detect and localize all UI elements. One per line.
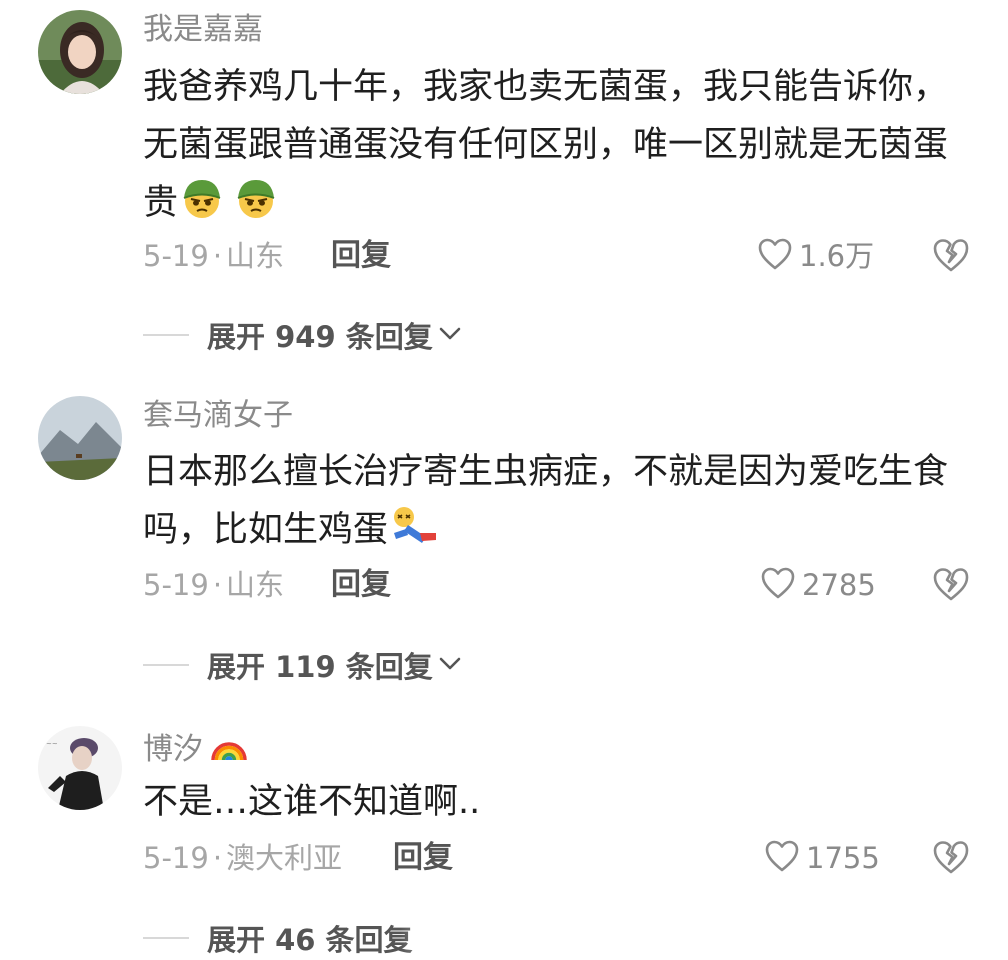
comment-location: 山东 — [226, 239, 285, 273]
meta-separator: · — [212, 841, 223, 875]
comment-date: 5-19 — [143, 841, 209, 875]
comment-location: 山东 — [226, 568, 285, 602]
comment-text: 日本那么擅长治疗寄生虫病症，不就是因为爱吃生食吗，比如生鸡蛋 — [143, 443, 973, 565]
reply-button[interactable]: 回复 — [331, 236, 391, 276]
expand-replies-button[interactable]: 展开 949 条回复 — [143, 315, 461, 355]
divider-line — [143, 937, 189, 939]
broken-heart-icon — [933, 841, 969, 874]
reply-button[interactable]: 回复 — [393, 838, 453, 878]
comment-text: 我爸养鸡几十年，我家也卖无菌蛋，我只能告诉你，无菌蛋跟普通蛋没有任何区别，唯一区… — [143, 58, 973, 238]
broken-heart-icon — [933, 568, 969, 601]
rainbow-emoji — [209, 728, 249, 773]
expand-replies-button[interactable]: 展开 46 条回复 — [143, 918, 413, 958]
username[interactable]: 博汐 — [143, 728, 249, 773]
heart-icon — [764, 839, 800, 877]
chevron-down-icon — [439, 656, 461, 675]
dislike-button[interactable] — [932, 838, 972, 878]
comment-location: 澳大利亚 — [226, 841, 343, 875]
broken-heart-icon — [933, 239, 969, 272]
expand-replies-label: 展开 949 条回复 — [207, 320, 433, 354]
comment-date: 5-19 — [143, 568, 209, 602]
reply-button[interactable]: 回复 — [331, 565, 391, 605]
fainted-person-emoji — [390, 503, 440, 565]
avatar[interactable] — [38, 396, 122, 480]
avatar[interactable]: ~~ — [38, 726, 122, 810]
like-button[interactable]: 1755 — [764, 838, 880, 878]
soldier-face-emoji — [180, 176, 224, 238]
avatar[interactable] — [38, 10, 122, 94]
like-count: 1.6万 — [799, 239, 875, 273]
expand-replies-button[interactable]: 展开 119 条回复 — [143, 645, 461, 685]
expand-replies-label: 展开 46 条回复 — [207, 923, 413, 957]
username-text: 博汐 — [143, 732, 203, 767]
comment-text-content: 日本那么擅长治疗寄生虫病症，不就是因为爱吃生食吗，比如生鸡蛋 — [143, 452, 949, 550]
soldier-face-emoji — [234, 176, 278, 238]
svg-text:~~: ~~ — [46, 740, 58, 748]
like-count: 1755 — [806, 841, 880, 875]
like-count: 2785 — [802, 568, 876, 602]
heart-icon — [760, 566, 796, 604]
meta-separator: · — [212, 568, 223, 602]
dislike-button[interactable] — [932, 565, 972, 605]
chevron-down-icon — [439, 326, 461, 345]
username[interactable]: 我是嘉嘉 — [143, 12, 263, 48]
like-button[interactable]: 1.6万 — [757, 236, 874, 276]
watermark-fade — [400, 918, 620, 958]
expand-replies-label: 展开 119 条回复 — [207, 650, 433, 684]
heart-icon — [757, 237, 793, 275]
meta-separator: · — [212, 239, 223, 273]
like-button[interactable]: 2785 — [760, 565, 876, 605]
comment-date: 5-19 — [143, 239, 209, 273]
comment-text: 不是…这谁不知道啊.. — [143, 782, 481, 822]
dislike-button[interactable] — [932, 236, 972, 276]
divider-line — [143, 334, 189, 336]
username[interactable]: 套马滴女子 — [143, 398, 293, 434]
divider-line — [143, 664, 189, 666]
